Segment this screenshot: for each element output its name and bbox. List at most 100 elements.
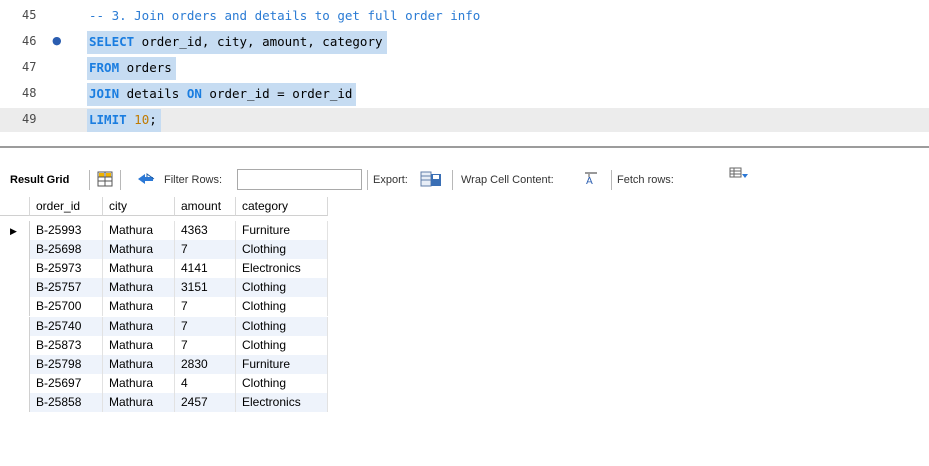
code-text[interactable]: FROM orders [87, 57, 176, 80]
cell-category[interactable]: Furniture [236, 221, 328, 240]
wrap-text-icon[interactable]: A [584, 172, 598, 189]
statement-marker-icon: ● [52, 34, 62, 47]
line-number: 47 [22, 60, 37, 74]
cell-city[interactable]: Mathura [103, 373, 175, 393]
row-selector[interactable] [0, 392, 30, 412]
editor-line[interactable]: 45 -- 3. Join orders and details to get f… [0, 4, 929, 28]
sql-editor[interactable]: 45 -- 3. Join orders and details to get f… [0, 0, 929, 140]
code-text[interactable]: LIMIT 10; [87, 109, 161, 132]
cell-amount[interactable]: 2830 [175, 354, 236, 374]
cell-category[interactable]: Electronics [236, 259, 328, 279]
sql-text: ; [149, 112, 157, 127]
line-number: 48 [22, 86, 37, 100]
cell-category[interactable]: Clothing [236, 297, 328, 317]
cell-city[interactable]: Mathura [103, 316, 175, 336]
cell-order-id[interactable]: B-25993 [30, 221, 103, 240]
cell-category[interactable]: Furniture [236, 354, 328, 374]
toolbar-separator [611, 170, 612, 190]
export-label: Export: [373, 174, 408, 186]
editor-line[interactable]: 47 FROM orders [0, 56, 929, 80]
cell-order-id[interactable]: B-25740 [30, 316, 103, 336]
cell-category[interactable]: Clothing [236, 373, 328, 393]
refresh-arrows-icon[interactable] [136, 171, 156, 190]
sql-text: order_id = order_id [201, 86, 353, 101]
fetch-rows-icon[interactable] [729, 167, 749, 186]
cell-city[interactable]: Mathura [103, 335, 175, 355]
toolbar-separator [89, 170, 90, 190]
row-selector[interactable] [0, 278, 30, 298]
sql-keyword: JOIN [89, 86, 120, 101]
line-number: 45 [22, 8, 37, 22]
sql-comment: -- 3. Join orders and details to get ful… [89, 8, 481, 23]
column-header-amount[interactable]: amount [175, 197, 236, 216]
row-selector[interactable]: ▶ [0, 221, 30, 240]
cell-city[interactable]: Mathura [103, 240, 175, 260]
editor-line[interactable]: 49 LIMIT 10; [0, 108, 929, 132]
result-grid-tab[interactable]: Result Grid [10, 174, 69, 186]
sql-keyword: ON [186, 86, 202, 101]
export-icon[interactable] [420, 170, 442, 191]
cell-amount[interactable]: 7 [175, 335, 236, 355]
sql-keyword: FROM [89, 60, 120, 75]
cell-amount[interactable]: 4 [175, 373, 236, 393]
cell-city[interactable]: Mathura [103, 278, 175, 298]
row-selector[interactable] [0, 354, 30, 374]
sql-number: 10 [134, 112, 150, 127]
cell-city[interactable]: Mathura [103, 221, 175, 240]
cell-category[interactable]: Clothing [236, 240, 328, 260]
cell-amount[interactable]: 4363 [175, 221, 236, 240]
editor-line[interactable]: 48 JOIN details ON order_id = order_id [0, 82, 929, 106]
column-header-city[interactable]: city [103, 197, 175, 216]
cell-amount[interactable]: 4141 [175, 259, 236, 279]
toolbar-separator [120, 170, 121, 190]
row-selector[interactable] [0, 259, 30, 279]
line-number: 49 [22, 112, 37, 126]
row-selector[interactable] [0, 240, 30, 260]
sql-text: details [119, 86, 187, 101]
row-selector[interactable] [0, 373, 30, 393]
cell-amount[interactable]: 2457 [175, 392, 236, 412]
filter-rows-label: Filter Rows: [164, 174, 223, 186]
filter-rows-input[interactable] [237, 169, 362, 190]
cell-category[interactable]: Electronics [236, 392, 328, 412]
cell-amount[interactable]: 7 [175, 240, 236, 260]
grid-icon[interactable] [97, 171, 113, 190]
row-selector[interactable] [0, 297, 30, 317]
column-header-order-id[interactable]: order_id [30, 197, 103, 216]
cell-amount[interactable]: 7 [175, 297, 236, 317]
row-selector[interactable] [0, 335, 30, 355]
splitter[interactable] [0, 146, 929, 148]
editor-line[interactable]: 46 ● SELECT order_id, city, amount, catego… [0, 30, 929, 54]
cell-order-id[interactable]: B-25798 [30, 354, 103, 374]
row-selector-header[interactable] [0, 197, 30, 216]
result-toolbar: Result Grid Filter Rows: Export: Wrap Ce [0, 167, 929, 193]
cell-category[interactable]: Clothing [236, 335, 328, 355]
sql-text: orders [119, 60, 172, 75]
cell-amount[interactable]: 3151 [175, 278, 236, 298]
cell-category[interactable]: Clothing [236, 316, 328, 336]
cell-order-id[interactable]: B-25973 [30, 259, 103, 279]
row-pointer-icon: ▶ [10, 226, 17, 236]
column-header-category[interactable]: category [236, 197, 328, 216]
fetch-rows-label: Fetch rows: [617, 174, 674, 186]
code-text[interactable]: SELECT order_id, city, amount, category [87, 31, 387, 54]
cell-amount[interactable]: 7 [175, 316, 236, 336]
cell-order-id[interactable]: B-25873 [30, 335, 103, 355]
code-text[interactable]: JOIN details ON order_id = order_id [87, 83, 357, 106]
cell-city[interactable]: Mathura [103, 297, 175, 317]
wrap-cell-content-label: Wrap Cell Content: [461, 174, 554, 186]
row-selector[interactable] [0, 316, 30, 336]
cell-category[interactable]: Clothing [236, 278, 328, 298]
cell-order-id[interactable]: B-25698 [30, 240, 103, 260]
cell-city[interactable]: Mathura [103, 392, 175, 412]
sql-keyword: SELECT [89, 34, 135, 49]
cell-order-id[interactable]: B-25700 [30, 297, 103, 317]
toolbar-separator [367, 170, 368, 190]
sql-text: order_id, city, amount, category [134, 34, 383, 49]
code-text[interactable]: -- 3. Join orders and details to get ful… [87, 5, 484, 28]
cell-city[interactable]: Mathura [103, 354, 175, 374]
cell-order-id[interactable]: B-25757 [30, 278, 103, 298]
cell-order-id[interactable]: B-25858 [30, 392, 103, 412]
cell-city[interactable]: Mathura [103, 259, 175, 279]
cell-order-id[interactable]: B-25697 [30, 373, 103, 393]
